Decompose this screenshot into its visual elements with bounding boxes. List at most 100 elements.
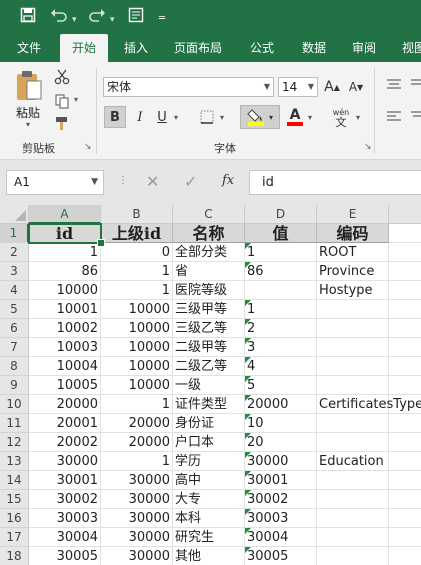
table-cell[interactable]: [389, 528, 421, 547]
chevron-down-icon[interactable]: ▼: [308, 78, 314, 96]
table-cell[interactable]: [389, 414, 421, 433]
row-header[interactable]: 3: [0, 262, 29, 281]
table-cell[interactable]: 2: [245, 319, 317, 338]
table-cell[interactable]: 20000: [29, 395, 101, 414]
table-cell[interactable]: 30002: [245, 490, 317, 509]
table-cell[interactable]: 4: [245, 357, 317, 376]
table-cell[interactable]: 20000: [245, 395, 317, 414]
table-cell[interactable]: [317, 547, 389, 565]
insert-function-icon[interactable]: fx: [222, 173, 234, 188]
table-cell[interactable]: 86: [245, 262, 317, 281]
phonetic-dropdown-icon[interactable]: ▾: [356, 113, 360, 122]
align-top-icon[interactable]: [384, 76, 404, 94]
row-header[interactable]: 2: [0, 243, 29, 262]
row-header[interactable]: 12: [0, 433, 29, 452]
table-cell[interactable]: 30004: [245, 528, 317, 547]
table-cell[interactable]: 10000: [101, 338, 173, 357]
column-header-a[interactable]: A: [29, 205, 101, 224]
table-cell[interactable]: 其他: [173, 547, 245, 565]
table-cell[interactable]: 20: [245, 433, 317, 452]
fill-handle[interactable]: [97, 239, 105, 247]
table-cell[interactable]: 大专: [173, 490, 245, 509]
table-cell[interactable]: 30005: [245, 547, 317, 565]
table-cell[interactable]: 30000: [29, 452, 101, 471]
table-cell[interactable]: [389, 452, 421, 471]
table-cell[interactable]: 本科: [173, 509, 245, 528]
table-cell[interactable]: [317, 319, 389, 338]
table-cell[interactable]: [389, 433, 421, 452]
borders-dropdown-icon[interactable]: ▾: [220, 113, 224, 122]
column-header-b[interactable]: B: [101, 205, 173, 224]
table-cell[interactable]: [389, 490, 421, 509]
align-middle-icon[interactable]: [410, 76, 421, 94]
header-cell[interactable]: 编码: [317, 224, 389, 243]
row-header[interactable]: 7: [0, 338, 29, 357]
table-cell[interactable]: [389, 357, 421, 376]
table-cell[interactable]: 高中: [173, 471, 245, 490]
font-color-button[interactable]: A: [284, 106, 306, 128]
align-left-icon[interactable]: [384, 108, 404, 126]
table-cell[interactable]: [245, 281, 317, 300]
paste-label[interactable]: 粘贴: [16, 104, 40, 121]
save-icon[interactable]: [20, 7, 36, 23]
table-cell[interactable]: 30000: [101, 528, 173, 547]
table-cell[interactable]: 10000: [29, 281, 101, 300]
select-all-button[interactable]: [0, 205, 29, 224]
table-cell[interactable]: 1: [29, 243, 101, 262]
row-header[interactable]: 5: [0, 300, 29, 319]
table-cell[interactable]: [389, 471, 421, 490]
table-cell[interactable]: 30003: [245, 509, 317, 528]
table-cell[interactable]: 30000: [245, 452, 317, 471]
redo-icon[interactable]: [88, 7, 106, 23]
enter-icon[interactable]: ✓: [184, 172, 197, 191]
undo-icon[interactable]: [50, 7, 68, 23]
row-header[interactable]: 1: [0, 224, 29, 243]
table-cell[interactable]: 5: [245, 376, 317, 395]
font-size-combo[interactable]: 14 ▼: [278, 77, 318, 97]
table-cell[interactable]: [317, 414, 389, 433]
row-header[interactable]: 14: [0, 471, 29, 490]
table-cell[interactable]: Hostype: [317, 281, 389, 300]
table-cell[interactable]: [317, 338, 389, 357]
italic-button[interactable]: I: [130, 106, 150, 128]
table-cell[interactable]: 20000: [101, 433, 173, 452]
table-cell[interactable]: 86: [29, 262, 101, 281]
table-cell[interactable]: 30003: [29, 509, 101, 528]
table-cell[interactable]: 1: [101, 262, 173, 281]
table-cell[interactable]: 30005: [29, 547, 101, 565]
copy-icon[interactable]: [52, 92, 72, 110]
table-cell[interactable]: 10000: [101, 319, 173, 338]
table-cell[interactable]: 30000: [101, 547, 173, 565]
table-cell[interactable]: [389, 281, 421, 300]
table-cell[interactable]: 30000: [101, 509, 173, 528]
tab-insert[interactable]: 插入: [114, 34, 158, 62]
table-cell[interactable]: [317, 300, 389, 319]
row-header[interactable]: 16: [0, 509, 29, 528]
row-header[interactable]: 10: [0, 395, 29, 414]
row-header[interactable]: 17: [0, 528, 29, 547]
row-header[interactable]: 18: [0, 547, 29, 565]
table-cell[interactable]: 10000: [101, 357, 173, 376]
table-cell[interactable]: [389, 243, 421, 262]
tab-home[interactable]: 开始: [60, 34, 108, 62]
row-header[interactable]: 6: [0, 319, 29, 338]
table-cell[interactable]: [389, 395, 421, 414]
table-cell[interactable]: 10004: [29, 357, 101, 376]
font-name-combo[interactable]: 宋体 ▼: [103, 77, 274, 97]
table-cell[interactable]: 身份证: [173, 414, 245, 433]
table-cell[interactable]: [317, 471, 389, 490]
form-icon[interactable]: [128, 7, 144, 23]
row-header[interactable]: 15: [0, 490, 29, 509]
table-cell[interactable]: [389, 319, 421, 338]
table-cell[interactable]: 省: [173, 262, 245, 281]
table-cell[interactable]: [389, 376, 421, 395]
paste-icon[interactable]: [10, 68, 48, 104]
name-box[interactable]: A1 ▼: [6, 170, 104, 195]
table-cell[interactable]: 20001: [29, 414, 101, 433]
table-cell[interactable]: 20002: [29, 433, 101, 452]
header-cell[interactable]: 名称: [173, 224, 245, 243]
table-cell[interactable]: [389, 509, 421, 528]
font-launcher-icon[interactable]: ↘: [364, 142, 372, 152]
tab-page-layout[interactable]: 页面布局: [166, 34, 230, 62]
table-cell[interactable]: [389, 547, 421, 565]
